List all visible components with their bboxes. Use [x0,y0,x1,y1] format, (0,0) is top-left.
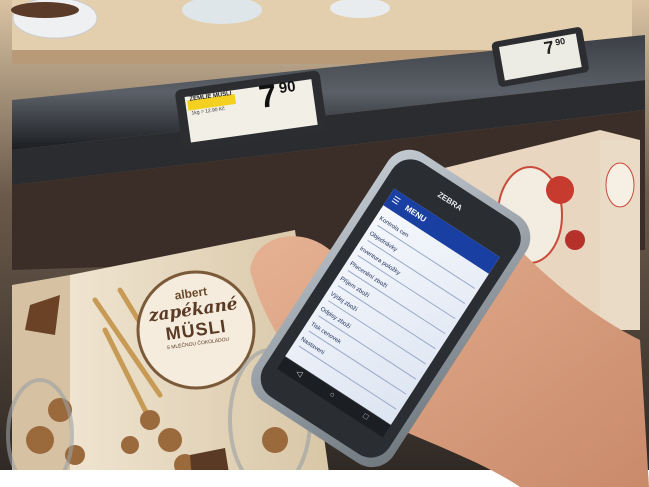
home-icon[interactable]: ○ [328,389,337,399]
store-shelf-photo [0,0,649,487]
menu-icon[interactable]: ☰ [389,194,402,208]
back-icon[interactable]: ◁ [294,368,304,379]
shelf-tag-badge: ZEMLIE MUSLI [189,90,233,103]
shelf-tag-price-main: 7 [256,76,280,115]
product-badge: albert zapékané MÜSLI S MLÉČNOU ČOKOLÁDO… [134,273,259,388]
shelf-tag-price-cents: 90 [554,35,566,48]
recents-icon[interactable]: □ [361,411,370,421]
shelf-tag-price-cents: 90 [277,77,297,98]
shelf-tag-price-main: 7 [542,36,556,59]
shelf-tag-small-text: 1kg = 12.90 Kč [191,105,226,117]
